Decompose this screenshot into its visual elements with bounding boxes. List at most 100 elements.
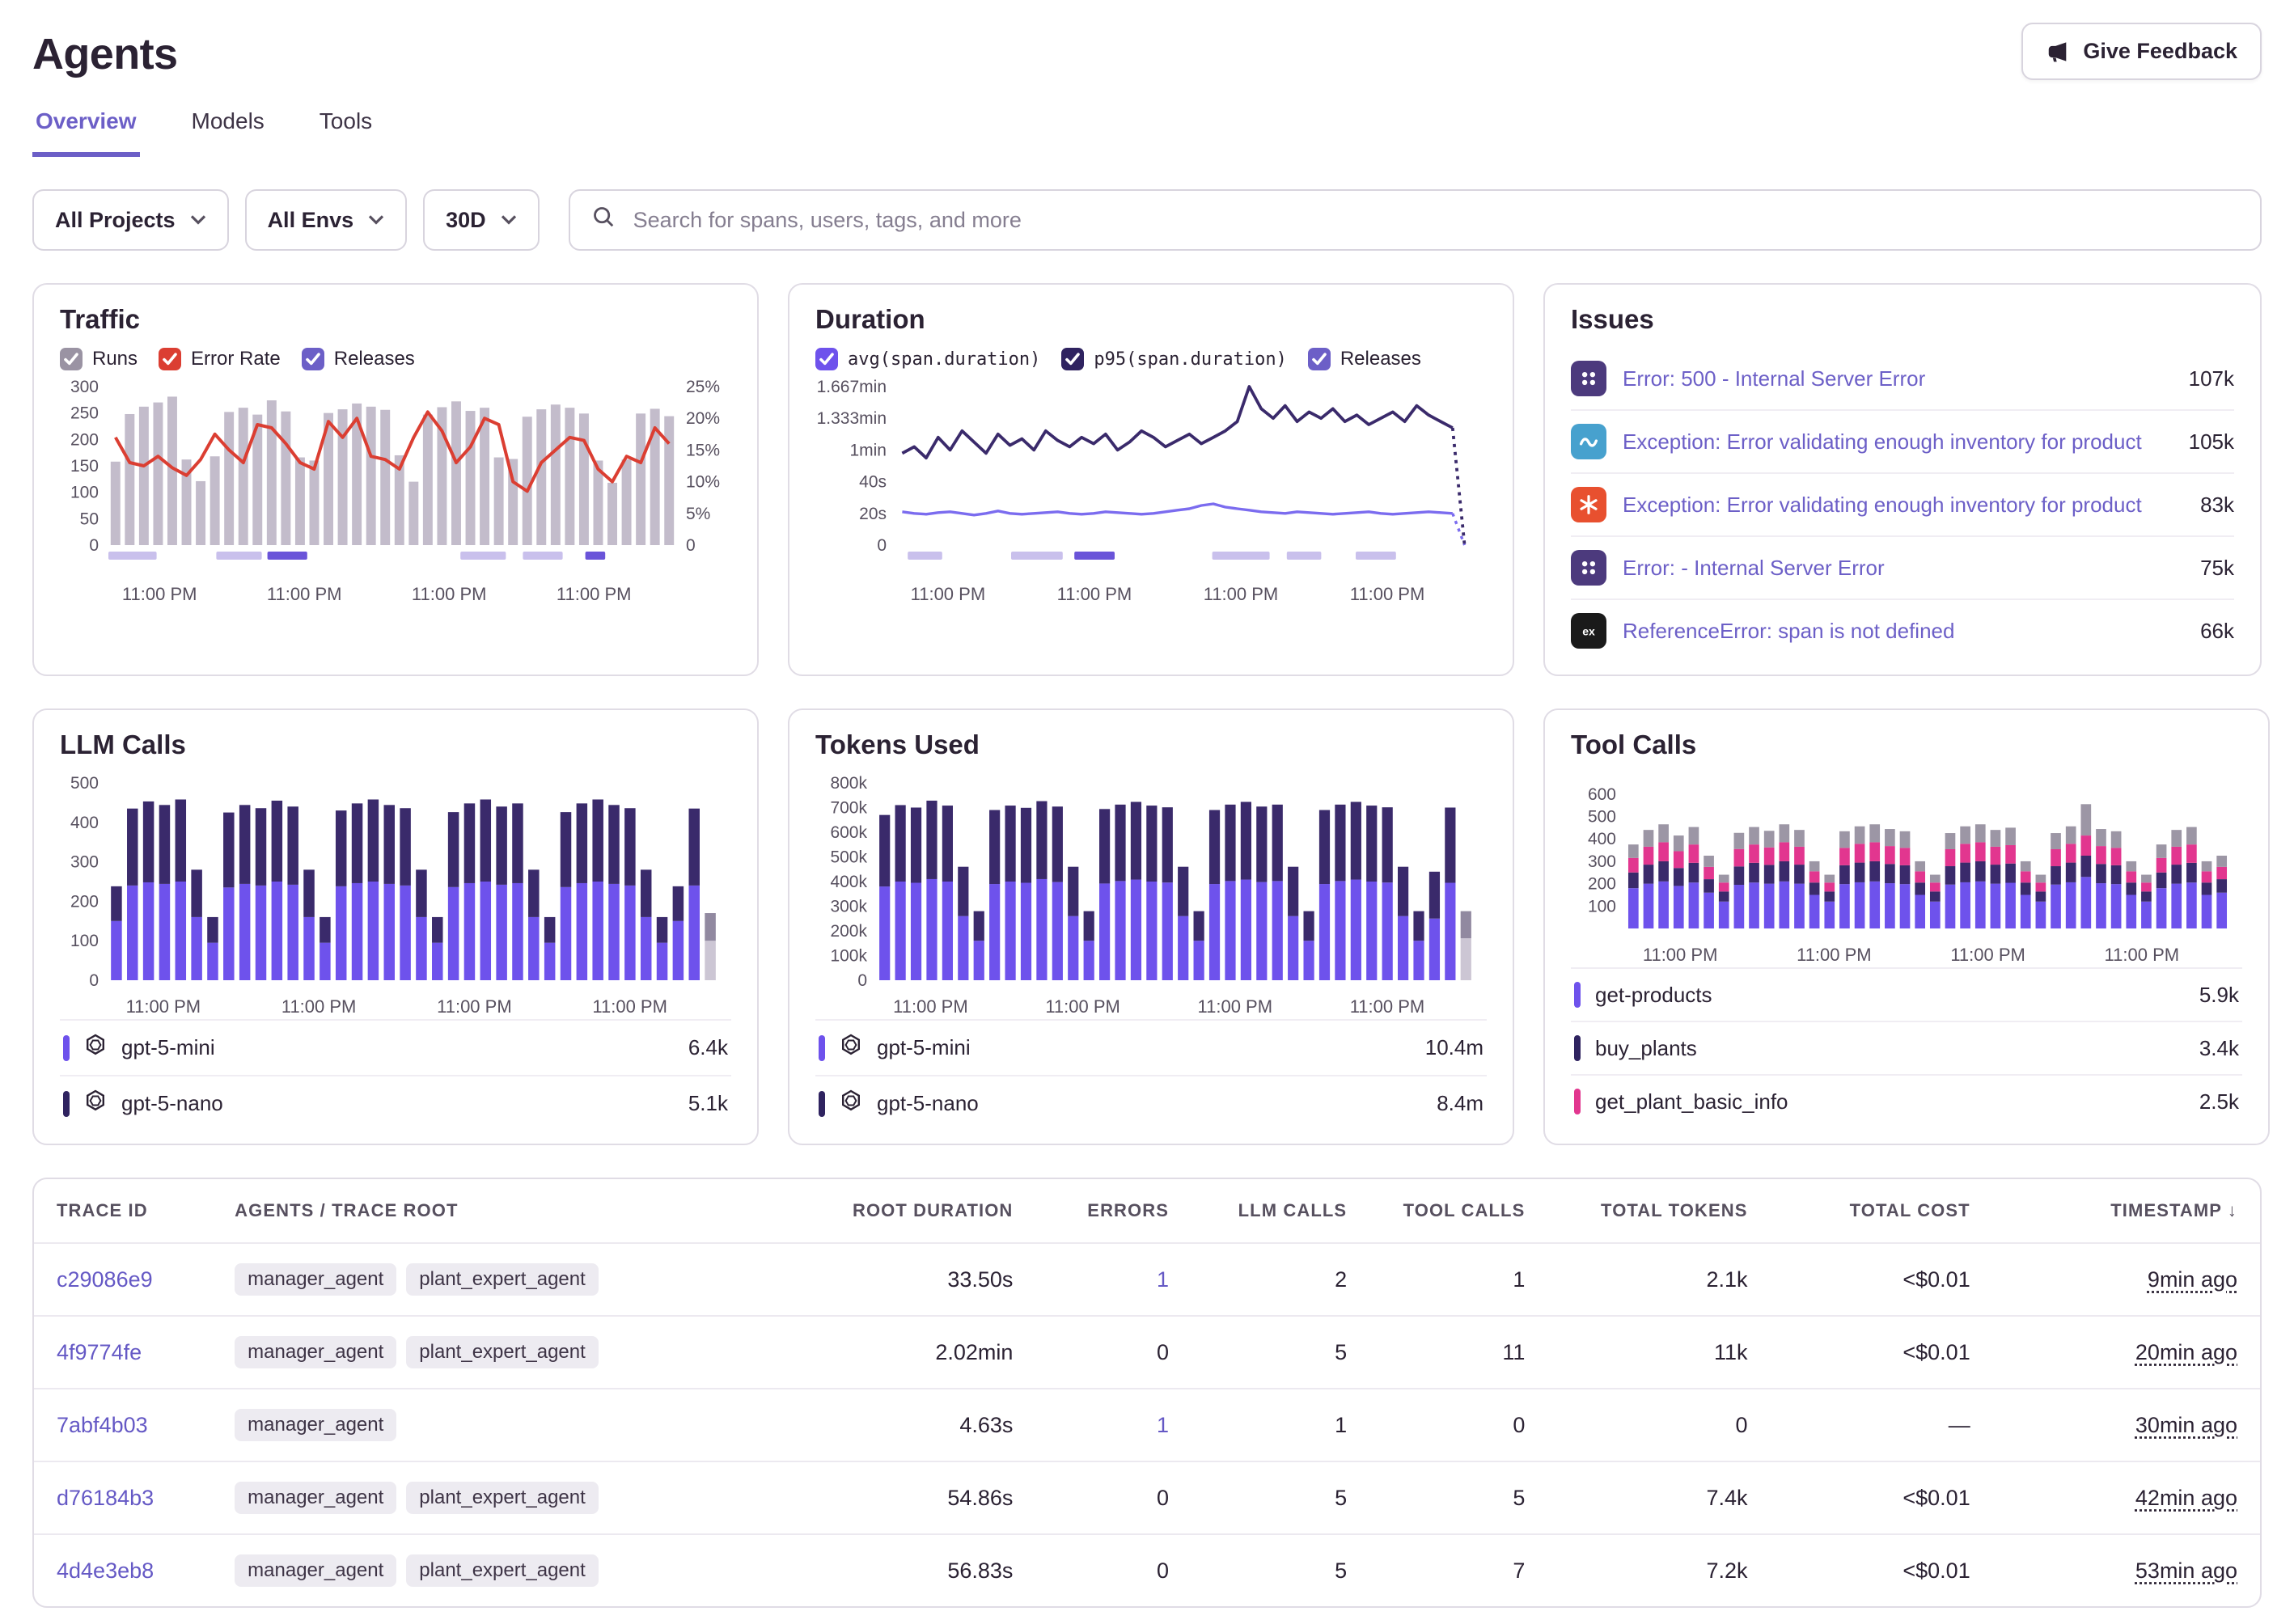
- agents-dashboard: Agents Give Feedback Overview Models Too…: [0, 0, 2294, 1624]
- charts-row-1: Traffic RunsError RateReleases 050100150…: [32, 283, 2262, 676]
- duration-series-toggles: avg(span.duration) p95(span.duration) Rele…: [815, 348, 1487, 370]
- give-feedback-button[interactable]: Give Feedback: [2021, 23, 2262, 80]
- column-header-trace_id[interactable]: Trace ID: [34, 1179, 212, 1243]
- svg-text:100k: 100k: [830, 947, 867, 966]
- series-color-strip: [819, 1091, 825, 1117]
- tool-calls-title: Tool Calls: [1571, 730, 2242, 760]
- traces-table-card: Trace IDAgents / Trace RootRoot Duration…: [32, 1178, 2262, 1608]
- svg-text:400: 400: [70, 814, 99, 832]
- svg-text:100: 100: [70, 932, 99, 950]
- legend-item: gpt-5-nano5.1k: [60, 1075, 731, 1131]
- issue-link[interactable]: ReferenceError: span is not defined: [1623, 619, 2184, 644]
- issue-link[interactable]: Error: - Internal Server Error: [1623, 556, 2184, 581]
- agent-tag: plant_expert_agent: [406, 1482, 599, 1514]
- errors-count[interactable]: 1: [1157, 1413, 1169, 1437]
- svg-text:100: 100: [70, 484, 99, 502]
- tool-calls-value: 5: [1513, 1486, 1525, 1510]
- project-filter-dropdown[interactable]: All Projects: [32, 189, 229, 251]
- svg-text:50: 50: [80, 510, 99, 528]
- tab-bar: Overview Models Tools: [32, 105, 2262, 157]
- llm-calls-card: LLM Calls 010020030040050011:00 PM11:00 …: [32, 708, 759, 1145]
- issue-link[interactable]: Error: 500 - Internal Server Error: [1623, 366, 2173, 391]
- column-header-total_cost[interactable]: Total Cost: [1771, 1179, 1993, 1243]
- series-checkbox-error-rate[interactable]: Error Rate: [159, 348, 281, 370]
- svg-text:5%: 5%: [686, 505, 710, 523]
- tool-calls-value: 7: [1513, 1558, 1525, 1583]
- issue-link[interactable]: Exception: Error validating enough inven…: [1623, 493, 2184, 518]
- table-row: 4d4e3eb8manager_agentplant_expert_agent5…: [34, 1534, 2260, 1606]
- trace-id-link[interactable]: c29086e9: [57, 1267, 153, 1292]
- duration-chart[interactable]: 020s40s1min1.333min1.667min11:00 PM11:00…: [815, 377, 1487, 607]
- megaphone-icon: [2046, 40, 2070, 64]
- total-cost-value: <$0.01: [1902, 1486, 1970, 1510]
- checkbox-check-icon: [302, 348, 324, 370]
- series-checkbox-avg-span-duration-[interactable]: avg(span.duration): [815, 348, 1040, 370]
- table-header-row: Trace IDAgents / Trace RootRoot Duration…: [34, 1179, 2260, 1243]
- errors-count[interactable]: 1: [1157, 1267, 1169, 1292]
- table-row: d76184b3manager_agentplant_expert_agent5…: [34, 1461, 2260, 1534]
- llm-calls-legend: gpt-5-mini6.4kgpt-5-nano5.1k: [60, 1019, 731, 1131]
- tokens-used-legend: gpt-5-mini10.4mgpt-5-nano8.4m: [815, 1019, 1487, 1131]
- trace-id-link[interactable]: 4d4e3eb8: [57, 1558, 154, 1583]
- column-header-timestamp[interactable]: Timestamp ↓: [1993, 1179, 2260, 1243]
- svg-text:11:00 PM: 11:00 PM: [412, 584, 487, 604]
- issue-link[interactable]: Exception: Error validating enough inven…: [1623, 429, 2173, 455]
- svg-text:11:00 PM: 11:00 PM: [437, 996, 512, 1017]
- column-header-llm_calls[interactable]: LLM Calls: [1191, 1179, 1369, 1243]
- agent-tag: manager_agent: [235, 1336, 396, 1368]
- svg-text:11:00 PM: 11:00 PM: [281, 996, 357, 1017]
- issue-project-icon: [1571, 361, 1606, 396]
- series-checkbox-releases[interactable]: Releases: [302, 348, 415, 370]
- errors-count: 0: [1157, 1340, 1169, 1364]
- issue-row: Error: - Internal Server Error75k: [1571, 535, 2234, 598]
- tab-models[interactable]: Models: [188, 105, 268, 157]
- legend-item: gpt-5-mini10.4m: [815, 1019, 1487, 1075]
- trace-id-link[interactable]: d76184b3: [57, 1486, 154, 1510]
- agent-tag: manager_agent: [235, 1554, 396, 1587]
- tab-tools[interactable]: Tools: [316, 105, 375, 157]
- trace-id-link[interactable]: 4f9774fe: [57, 1340, 142, 1364]
- checkbox-label: Error Rate: [191, 348, 281, 370]
- checkbox-check-icon: [815, 348, 838, 370]
- agent-tag: plant_expert_agent: [406, 1263, 599, 1296]
- column-header-errors[interactable]: Errors: [1035, 1179, 1191, 1243]
- svg-text:800k: 800k: [830, 774, 867, 793]
- series-checkbox-p95-span-duration-[interactable]: p95(span.duration): [1061, 348, 1286, 370]
- legend-series-name: gpt-5-mini: [121, 1035, 674, 1060]
- trace-id-link[interactable]: 7abf4b03: [57, 1413, 148, 1437]
- table-body: c29086e9manager_agentplant_expert_agent3…: [34, 1243, 2260, 1606]
- duration-title: Duration: [815, 304, 1487, 335]
- llm-calls-value: 5: [1335, 1486, 1347, 1510]
- svg-text:500: 500: [70, 774, 99, 793]
- series-checkbox-releases[interactable]: Releases: [1308, 348, 1421, 370]
- traffic-series-toggles: Runs Error Rate Releases: [60, 348, 731, 370]
- svg-text:300: 300: [1588, 852, 1616, 871]
- svg-text:11:00 PM: 11:00 PM: [1198, 996, 1273, 1017]
- column-header-total_tokens[interactable]: Total Tokens: [1547, 1179, 1770, 1243]
- table-row: 7abf4b03manager_agent4.63s1100—30min ago: [34, 1389, 2260, 1461]
- legend-series-name: gpt-5-nano: [877, 1091, 1422, 1116]
- agent-tag: manager_agent: [235, 1263, 396, 1296]
- timestamp-value: 9min ago: [2148, 1267, 2237, 1292]
- llm-calls-chart[interactable]: 010020030040050011:00 PM11:00 PM11:00 PM…: [60, 773, 731, 1019]
- environment-filter-dropdown[interactable]: All Envs: [245, 189, 408, 251]
- svg-text:11:00 PM: 11:00 PM: [2105, 945, 2180, 965]
- checkbox-label: Releases: [334, 348, 415, 370]
- series-checkbox-runs[interactable]: Runs: [60, 348, 138, 370]
- column-header-tool_calls[interactable]: Tool Calls: [1369, 1179, 1547, 1243]
- svg-text:11:00 PM: 11:00 PM: [893, 996, 968, 1017]
- agent-tag: plant_expert_agent: [406, 1336, 599, 1368]
- svg-text:100: 100: [1588, 897, 1616, 916]
- column-header-root_duration[interactable]: Root Duration: [768, 1179, 1035, 1243]
- tab-overview[interactable]: Overview: [32, 105, 140, 157]
- date-range-dropdown[interactable]: 30D: [423, 189, 540, 251]
- tokens-used-chart[interactable]: 0100k200k300k400k500k600k700k800k11:00 P…: [815, 773, 1487, 1019]
- tool-calls-chart[interactable]: 10020030040050060011:00 PM11:00 PM11:00 …: [1571, 773, 2242, 967]
- search-input[interactable]: [630, 206, 2239, 235]
- traffic-chart[interactable]: 05010015020025030005%10%15%20%25%11:00 P…: [60, 377, 731, 607]
- svg-text:11:00 PM: 11:00 PM: [911, 584, 986, 604]
- column-header-agents[interactable]: Agents / Trace Root: [212, 1179, 768, 1243]
- svg-text:15%: 15%: [686, 441, 720, 459]
- checkbox-label: Runs: [92, 348, 138, 370]
- svg-text:11:00 PM: 11:00 PM: [1797, 945, 1872, 965]
